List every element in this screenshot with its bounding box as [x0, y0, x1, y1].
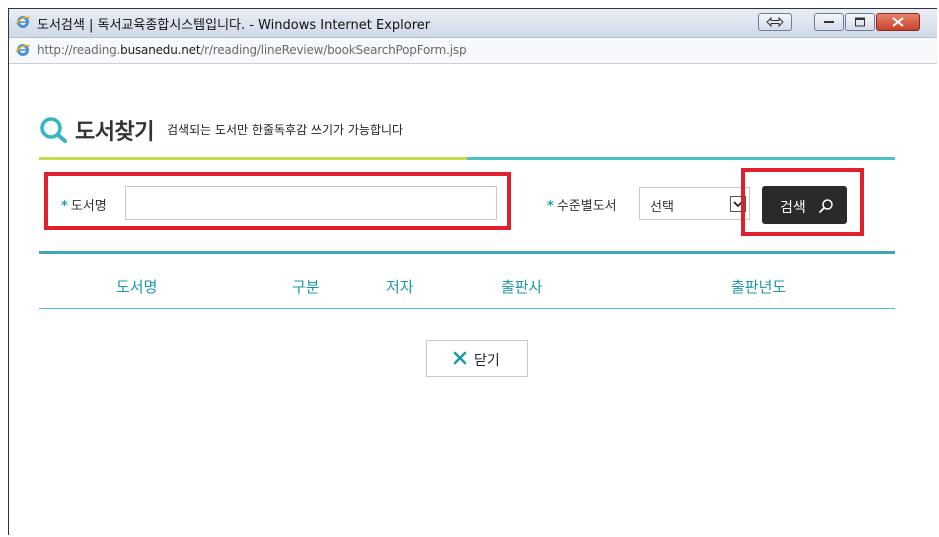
search-icon — [40, 117, 67, 143]
maximize-icon — [855, 17, 865, 27]
level-label: * 수준별도서 — [547, 199, 617, 214]
close-x-icon — [453, 351, 467, 365]
page-title: 도서찾기 — [75, 120, 154, 145]
close-window-button[interactable] — [876, 13, 920, 31]
compat-view-button[interactable] — [758, 13, 792, 31]
column-header-book-name: 도서명 — [116, 278, 158, 296]
address-url: http://reading.busanedu.net/r/reading/li… — [37, 43, 467, 57]
maximize-button[interactable] — [845, 13, 875, 31]
popup-window: 도서검색 | 독서교육종합시스템입니다. - Windows Internet … — [8, 8, 937, 535]
highlight-box-book-name — [44, 172, 511, 230]
minimize-button[interactable] — [814, 13, 844, 31]
title-bar: 도서검색 | 독서교육종합시스템입니다. - Windows Internet … — [9, 9, 937, 38]
window-title: 도서검색 | 독서교육종합시스템입니다. - Windows Internet … — [37, 18, 431, 33]
ie-logo-icon — [15, 16, 31, 28]
close-icon — [892, 17, 904, 27]
close-button-label: 닫기 — [474, 353, 500, 369]
highlight-box-search — [741, 168, 864, 236]
level-select[interactable]: 선택 — [639, 187, 750, 220]
minimize-icon — [824, 21, 834, 23]
close-button[interactable]: 닫기 — [426, 340, 528, 377]
column-header-author: 저자 — [386, 278, 414, 296]
table-header-bottom-border — [39, 308, 895, 309]
compat-arrows-icon — [766, 17, 784, 27]
popup-content: 도서찾기 검색되는 도서만 한줄독후감 쓰기가 가능합니다 * 도서명 * 수준별도… — [9, 64, 937, 535]
page-subtitle: 검색되는 도서만 한줄독후감 쓰기가 가능합니다 — [167, 123, 404, 137]
column-header-publish-year: 출판년도 — [731, 278, 787, 296]
top-divider — [39, 157, 895, 160]
table-header-top-border — [39, 251, 895, 254]
column-header-publisher: 출판사 — [501, 278, 543, 296]
address-bar: http://reading.busanedu.net/r/reading/li… — [9, 38, 937, 64]
level-selected-value: 선택 — [650, 200, 674, 215]
column-header-category: 구분 — [292, 278, 320, 296]
ie-page-icon — [15, 44, 31, 56]
